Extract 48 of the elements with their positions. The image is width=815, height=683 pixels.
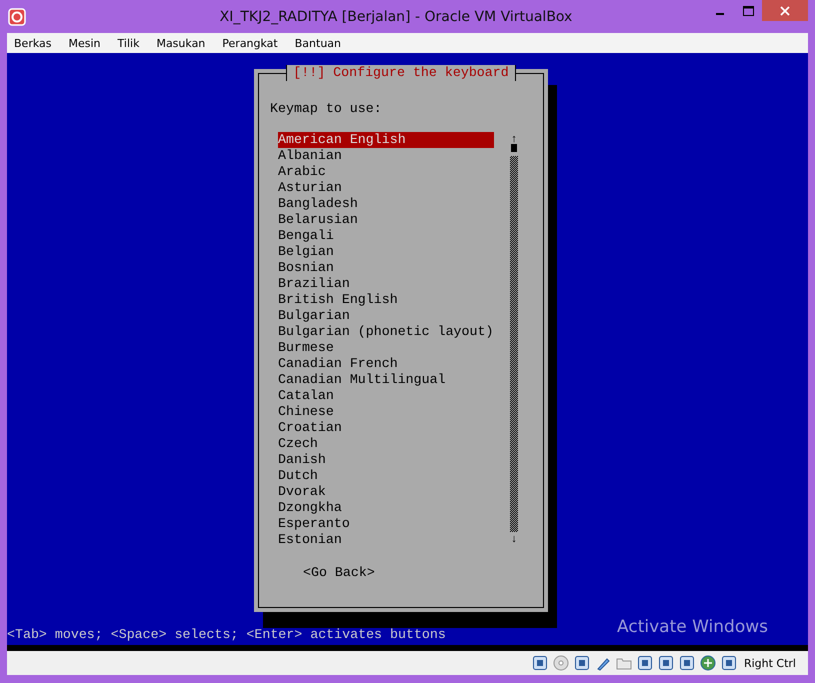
- keymap-option[interactable]: British English: [278, 292, 494, 308]
- menu-item[interactable]: Tilik: [118, 36, 140, 50]
- keymap-option[interactable]: Bulgarian (phonetic layout): [278, 324, 494, 340]
- minimize-icon: [716, 12, 724, 14]
- keymap-option[interactable]: Catalan: [278, 388, 494, 404]
- close-button[interactable]: [762, 0, 808, 21]
- menu-item[interactable]: Mesin: [68, 36, 101, 50]
- menu-item[interactable]: Bantuan: [294, 36, 342, 50]
- close-icon: [780, 6, 790, 16]
- keymap-option[interactable]: Belgian: [278, 244, 494, 260]
- keymap-option[interactable]: Brazilian: [278, 276, 494, 292]
- dialog-title: [!!] Configure the keyboard: [286, 65, 516, 81]
- menu-item[interactable]: Berkas: [14, 36, 52, 50]
- keymap-option[interactable]: Bengali: [278, 228, 494, 244]
- virtualbox-logo-icon: [8, 8, 26, 26]
- keymap-option[interactable]: Czech: [278, 436, 494, 452]
- keymap-option[interactable]: Dzongkha: [278, 500, 494, 516]
- help-line: <Tab> moves; <Space> selects; <Enter> activates buttons: [7, 627, 447, 644]
- optical-disc-icon[interactable]: [552, 655, 569, 671]
- scroll-down-arrow[interactable]: ↓: [510, 532, 518, 548]
- keymap-option[interactable]: Estonian: [278, 532, 494, 548]
- window-title: XI_TKJ2_RADITYA [Berjalan] - Oracle VM VirtualBox: [218, 8, 574, 24]
- keymap-option[interactable]: Burmese: [278, 340, 494, 356]
- menu-item[interactable]: Perangkat: [222, 36, 278, 50]
- keymap-option[interactable]: Esperanto: [278, 516, 494, 532]
- keymap-option[interactable]: Bulgarian: [278, 308, 494, 324]
- go-back-button[interactable]: <Go Back>: [303, 565, 375, 581]
- host-key-label: Right Ctrl: [744, 656, 796, 670]
- maximize-icon: [742, 6, 754, 16]
- activation-notice: Activate Windows: [617, 617, 768, 637]
- keymap-option[interactable]: Dutch: [278, 468, 494, 484]
- keymap-option[interactable]: Danish: [278, 452, 494, 468]
- scroll-up-arrow[interactable]: ↑: [510, 132, 518, 148]
- keymap-option[interactable]: Canadian French: [278, 356, 494, 372]
- keymap-option[interactable]: American English: [278, 132, 494, 148]
- keymap-option[interactable]: Albanian: [278, 148, 494, 164]
- scrollbar-thumb[interactable]: [511, 144, 517, 152]
- keymap-option[interactable]: Bosnian: [278, 260, 494, 276]
- keymap-option[interactable]: Arabic: [278, 164, 494, 180]
- keymap-option[interactable]: Croatian: [278, 420, 494, 436]
- keymap-option[interactable]: Belarusian: [278, 212, 494, 228]
- prompt-text: Keymap to use:: [270, 101, 383, 117]
- keymap-option[interactable]: Dvorak: [278, 484, 494, 500]
- keymap-option[interactable]: Asturian: [278, 180, 494, 196]
- keymap-option[interactable]: Canadian Multilingual: [278, 372, 494, 388]
- menu-item[interactable]: Masukan: [156, 36, 206, 50]
- keymap-option[interactable]: Bangladesh: [278, 196, 494, 212]
- keymap-option[interactable]: Chinese: [278, 404, 494, 420]
